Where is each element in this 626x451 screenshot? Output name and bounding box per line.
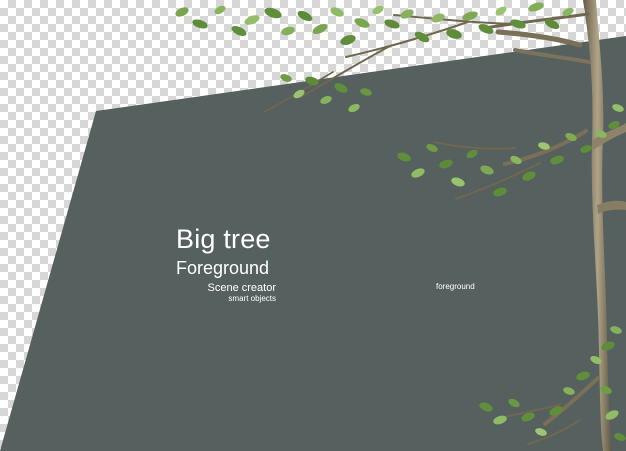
foreground-tag: foreground: [436, 282, 475, 291]
gray-wall-panel: [0, 36, 626, 451]
foliage-top: [175, 2, 574, 46]
credit-line-2: smart objects: [228, 293, 276, 303]
credit-line-1: Scene creator: [207, 282, 276, 294]
credit-block: Scene creator smart objects: [207, 282, 276, 303]
subtitle: Foreground: [176, 258, 270, 278]
main-title: Big tree: [176, 224, 271, 254]
preview-canvas: Big tree Foreground Scene creator smart …: [0, 0, 626, 451]
